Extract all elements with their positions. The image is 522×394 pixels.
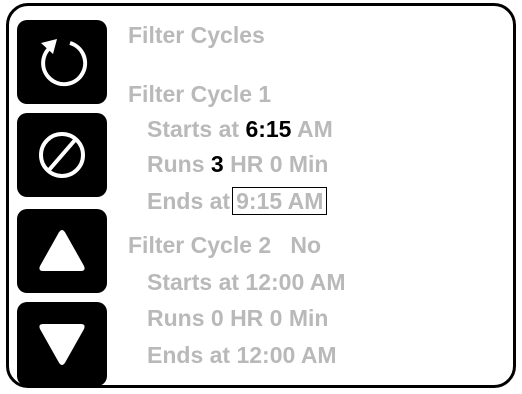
- runs-label: Runs: [147, 151, 205, 177]
- filter-cycle-2-starts-row: Starts at 12:00 AM: [147, 269, 346, 295]
- cancel-circle-slash-icon: [39, 132, 85, 178]
- filter-cycle-2-label: Filter Cycle 2: [128, 232, 272, 258]
- filter-cycle-2-runs-row: Runs 0 HR 0 Min: [147, 305, 329, 331]
- run-hours-value[interactable]: 3: [211, 151, 224, 177]
- triangle-up-icon: [39, 230, 85, 271]
- back-button[interactable]: [17, 20, 107, 104]
- filter-cycle-2-heading[interactable]: Filter Cycle 2 No: [128, 231, 321, 259]
- down-button[interactable]: [17, 302, 107, 386]
- run-duration-rest: HR 0 Min: [230, 151, 329, 177]
- filter-cycle-1-ends-row: Ends at 9:15 AM: [147, 187, 328, 215]
- start-time-value[interactable]: 6:15: [245, 116, 291, 142]
- up-button[interactable]: [17, 209, 107, 293]
- start-ampm: AM: [297, 116, 333, 142]
- cancel-button[interactable]: [17, 113, 107, 197]
- filter-cycle-1-runs-row: Runs 3 HR 0 Min: [147, 150, 328, 178]
- filter-cycle-2-enabled[interactable]: No: [290, 232, 321, 258]
- circular-arrow-back-icon: [41, 39, 88, 87]
- filter-cycle-2-ends-row: Ends at 12:00 AM: [147, 342, 337, 368]
- filter-cycle-1-heading[interactable]: Filter Cycle 1: [128, 80, 271, 108]
- end-time-value: 9:15 AM: [232, 187, 328, 215]
- triangle-down-icon: [39, 324, 85, 365]
- starts-label: Starts at: [147, 116, 240, 142]
- screen-title: Filter Cycles: [128, 22, 265, 48]
- filter-cycle-1-starts-row: Starts at 6:15 AM: [147, 115, 333, 143]
- ends-label: Ends at: [147, 188, 231, 214]
